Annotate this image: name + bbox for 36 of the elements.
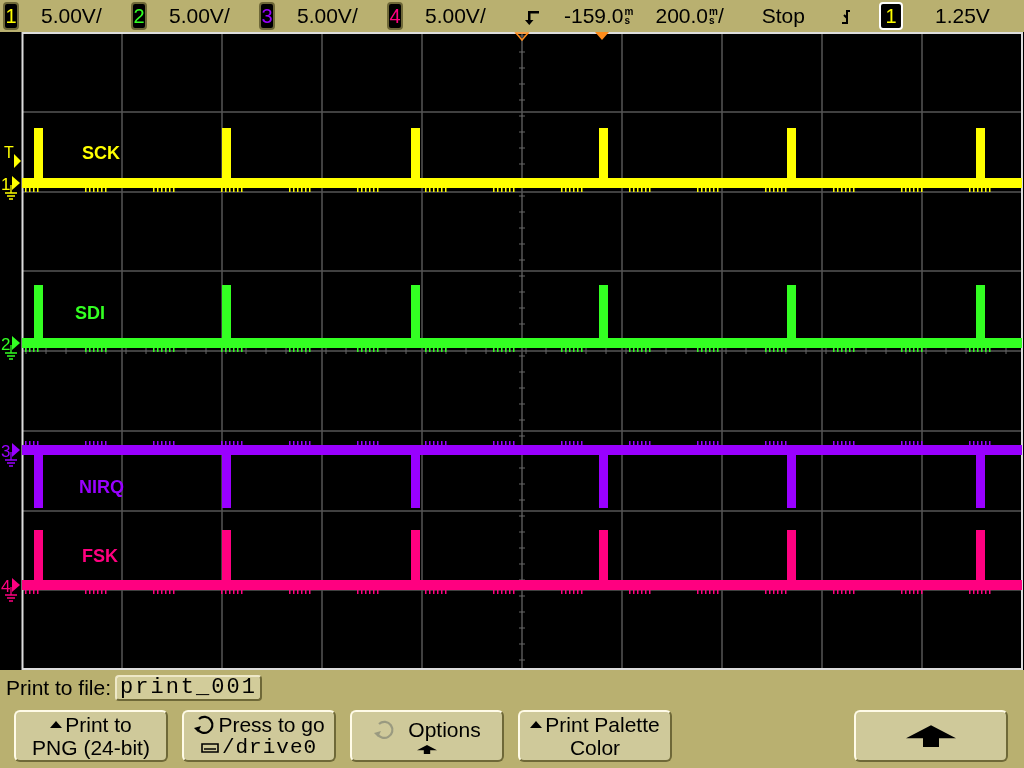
entry-softkey[interactable]: Press to go /drive0 (182, 710, 336, 762)
submenu-softkey[interactable]: Options (350, 710, 504, 762)
trace-label: NIRQ (79, 477, 124, 497)
channel-marker: 1 (1, 175, 11, 194)
channel-scale: 5.00V/ (41, 4, 102, 28)
falling-edge-icon (840, 8, 851, 26)
up-arrow-icon (417, 745, 437, 754)
channel-marker: 3 (1, 442, 11, 461)
trigger-marker: T (4, 144, 14, 161)
return-softkey[interactable] (854, 710, 1008, 762)
trigger-source: 1 (878, 2, 903, 30)
channel-marker: 2 (1, 335, 11, 354)
channel-number: 1 (3, 2, 19, 30)
channel-number: 2 (131, 2, 147, 30)
channel-scale: 5.00V/ (169, 4, 230, 28)
drive-icon (200, 742, 219, 753)
up-arrow-icon (906, 724, 956, 748)
menu-softkey[interactable]: Print Palette Color (518, 710, 672, 762)
field-label: Print to file: (6, 676, 112, 700)
trigger-level: 1.25V (934, 4, 990, 28)
file-name-field[interactable]: print_001 (115, 675, 262, 701)
menu-softkey[interactable]: Print to PNG (24-bit) (14, 710, 168, 762)
trace-label: SDI (75, 303, 105, 323)
channel-scale: 5.00V/ (425, 4, 486, 28)
menu-caret-icon (530, 721, 543, 728)
trigger-mode-icon (524, 9, 540, 27)
pointer-icon (14, 154, 21, 168)
menu-caret-icon (50, 721, 63, 728)
channel-marker: 4 (1, 577, 11, 596)
trigger-point-icon (514, 32, 530, 42)
run-state: Stop (761, 4, 805, 28)
channel-number: 3 (259, 2, 275, 30)
trace-label: SCK (82, 143, 120, 163)
channel-scale: 5.00V/ (297, 4, 358, 28)
channel-number: 4 (387, 2, 403, 30)
trace-label: FSK (82, 546, 118, 566)
